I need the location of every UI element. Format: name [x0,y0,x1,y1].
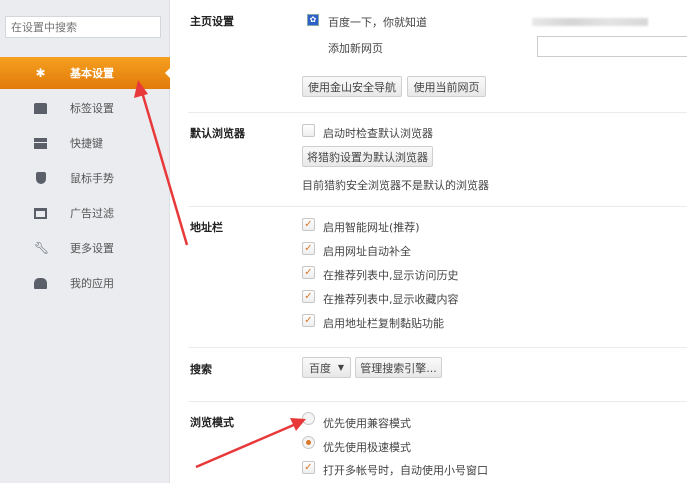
show-bookmarks-checkbox[interactable]: ✓ [302,290,315,303]
multi-account-checkbox[interactable]: ✓ [302,461,315,474]
sidebar-item-mouse-gestures[interactable]: 鼠标手势 [0,162,170,194]
blurred-url [532,18,648,26]
sidebar-item-shortcuts[interactable]: 快捷键 [0,127,170,159]
use-kingsoft-nav-button[interactable]: 使用金山安全导航 [302,76,402,97]
homepage-page-name: 百度一下，你就知道 [328,16,427,29]
fast-mode-radio[interactable] [302,436,315,449]
checkbox-label: 在推荐列表中,显示收藏内容 [323,293,459,306]
settings-search-input[interactable] [5,16,161,38]
wrench-icon: 🔧︎ [34,240,50,255]
sidebar-item-apps[interactable]: 我的应用 [0,267,170,299]
compat-mode-radio[interactable] [302,412,315,425]
radio-label: 优先使用兼容模式 [323,417,411,430]
checkbox-label: 打开多帐号时，自动使用小号窗口 [323,464,488,477]
sidebar-item-label: 鼠标手势 [70,172,114,185]
sidebar-item-label: 更多设置 [70,242,114,255]
section-title-default-browser: 默认浏览器 [190,127,245,140]
sidebar-item-label: 基本设置 [70,67,114,80]
tab-icon [34,102,47,114]
mouse-icon [36,172,46,184]
sidebar-item-more[interactable]: 🔧︎ 更多设置 [0,232,170,264]
sidebar-item-label: 标签设置 [70,102,114,115]
sidebar-item-basic[interactable]: ✱ 基本设置 [0,57,171,89]
radio-label: 优先使用极速模式 [323,441,411,454]
window-icon [34,207,47,219]
use-current-page-button[interactable]: 使用当前网页 [407,76,486,97]
section-title-address-bar: 地址栏 [190,221,223,234]
sidebar-item-label: 广告过滤 [70,207,114,220]
search-engine-select[interactable]: 百度 ▼ [302,357,351,378]
section-title-browse-mode: 浏览模式 [190,416,234,429]
sidebar-item-label: 快捷键 [70,137,103,150]
checkbox-label: 启动时检查默认浏览器 [323,127,433,140]
selected-engine: 百度 [309,361,331,375]
gear-icon: ✱ [35,65,46,80]
default-browser-status: 目前猎豹安全浏览器不是默认的浏览器 [302,179,489,192]
show-history-checkbox[interactable]: ✓ [302,266,315,279]
baidu-paw-icon: ✿ [307,14,319,26]
sidebar-item-label: 我的应用 [70,277,114,290]
dropdown-arrow-icon: ▼ [337,363,344,372]
copy-paste-checkbox[interactable]: ✓ [302,314,315,327]
divider [188,206,687,207]
puzzle-icon [34,277,47,289]
checkbox-label: 启用网址自动补全 [323,245,411,258]
set-default-browser-button[interactable]: 将猎豹设置为默认浏览器 [302,146,433,167]
manage-search-engines-button[interactable]: 管理搜索引擎... [355,357,442,378]
sidebar: ✱ 基本设置 标签设置 快捷键 鼠标手势 广告过滤 🔧︎ 更多设置 我的应用 [0,0,171,483]
divider [188,347,687,348]
smart-url-checkbox[interactable]: ✓ [302,218,315,231]
url-autocomplete-checkbox[interactable]: ✓ [302,242,315,255]
new-page-input[interactable] [537,36,687,57]
section-title-search: 搜索 [190,363,212,376]
add-page-label[interactable]: 添加新网页 [328,40,383,56]
keyboard-icon [34,137,47,149]
checkbox-label: 启用地址栏复制黏贴功能 [323,317,444,330]
check-default-browser-checkbox[interactable] [302,124,315,137]
divider [188,112,687,113]
sidebar-item-tabs[interactable]: 标签设置 [0,92,170,124]
sidebar-item-ad-filter[interactable]: 广告过滤 [0,197,170,229]
divider [188,401,687,402]
checkbox-label: 启用智能网址(推荐) [323,221,420,234]
section-title-homepage: 主页设置 [190,15,234,28]
checkbox-label: 在推荐列表中,显示访问历史 [323,269,459,282]
